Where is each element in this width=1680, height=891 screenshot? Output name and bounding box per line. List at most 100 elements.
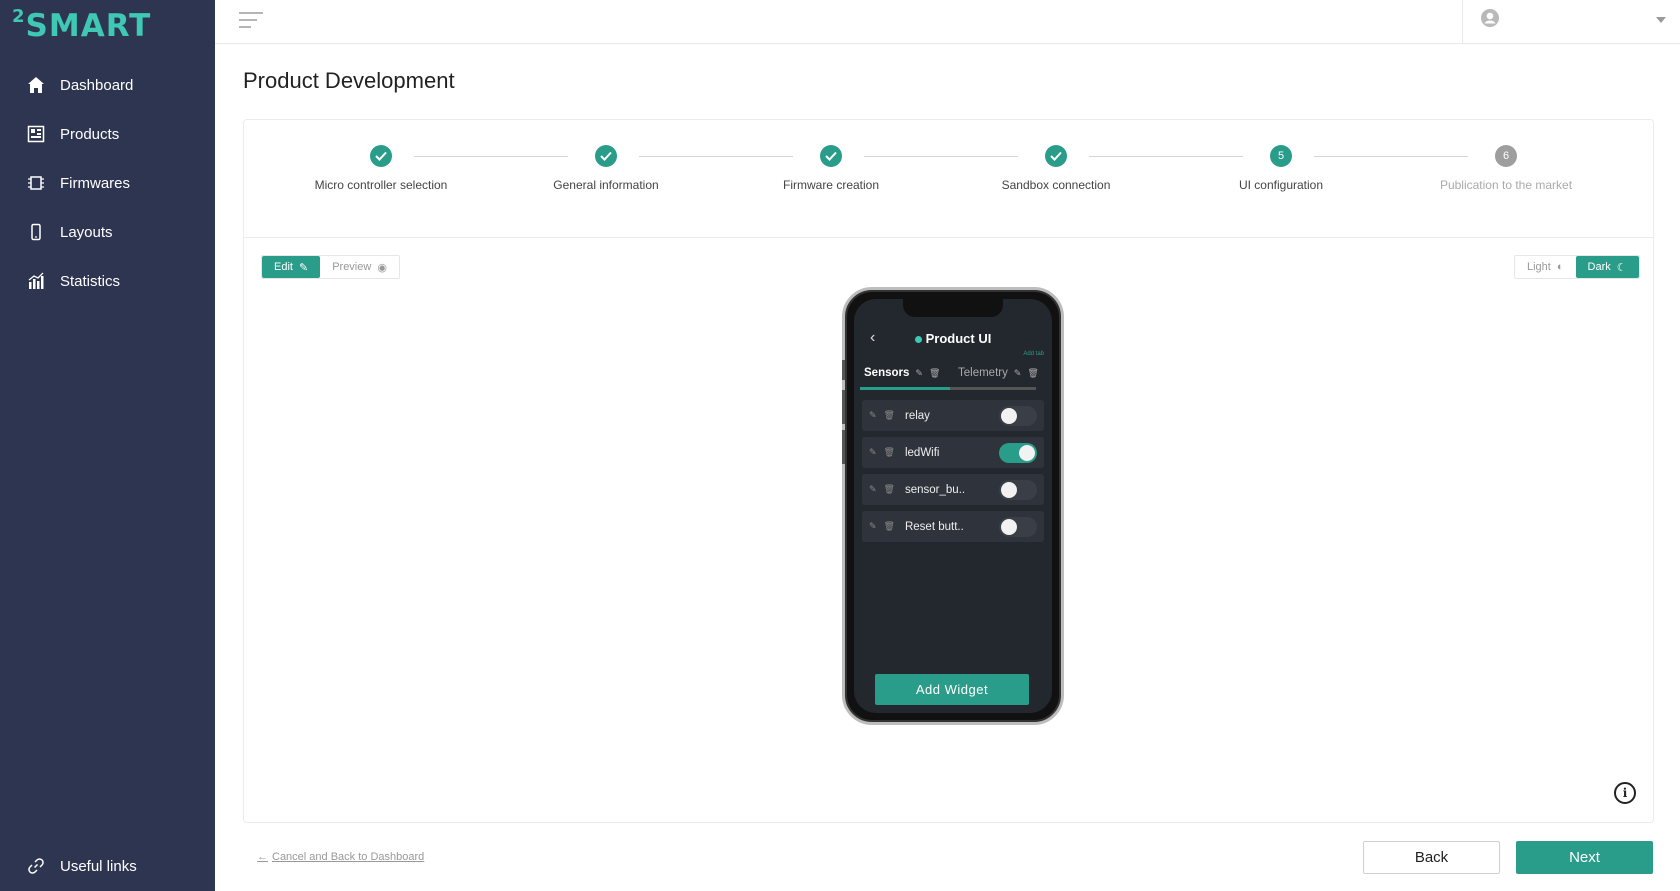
widget-row: ✎ 🗑 relay xyxy=(862,400,1044,431)
preview-label: Preview xyxy=(332,261,372,273)
step-micro-controller[interactable]: Micro controller selection xyxy=(271,145,491,192)
widget-name: Reset butt.. xyxy=(904,520,964,533)
step-publication: 6 Publication to the market xyxy=(1396,145,1616,192)
step-firmware-creation[interactable]: Firmware creation xyxy=(721,145,941,192)
user-menu[interactable] xyxy=(1462,0,1680,44)
phone-notch xyxy=(903,299,1003,317)
edit-button[interactable]: Edit ✎ xyxy=(262,256,321,278)
light-theme-button[interactable]: Light ◐ xyxy=(1515,256,1576,278)
widget-name: ledWifi xyxy=(904,446,940,459)
add-tab-link[interactable]: Add tab xyxy=(1023,351,1044,357)
next-button[interactable]: Next xyxy=(1516,841,1653,874)
trash-icon[interactable]: 🗑 xyxy=(884,484,895,495)
sidebar-item-label: Useful links xyxy=(60,857,137,875)
user-avatar-icon xyxy=(1480,8,1500,33)
step-number: 5 xyxy=(1270,145,1292,167)
widget-name: relay xyxy=(904,409,930,422)
page-title: Product Development xyxy=(243,68,455,93)
check-icon xyxy=(820,145,842,167)
phone-icon xyxy=(26,222,46,242)
sidebar-item-layouts[interactable]: Layouts xyxy=(0,212,215,252)
step-ui-configuration[interactable]: 5 UI configuration xyxy=(1171,145,1391,192)
edit-pencil-icon[interactable]: ✎ xyxy=(915,368,923,379)
edit-pencil-icon[interactable]: ✎ xyxy=(869,484,877,495)
sidebar-item-label: Layouts xyxy=(60,223,113,241)
sidebar-item-useful-links[interactable]: Useful links xyxy=(0,846,215,886)
trash-icon[interactable]: 🗑 xyxy=(1027,368,1038,379)
pencil-icon: ✎ xyxy=(298,261,309,274)
step-number: 6 xyxy=(1495,145,1517,167)
edit-label: Edit xyxy=(274,261,293,273)
edit-pencil-icon[interactable]: ✎ xyxy=(1014,368,1022,379)
widget-toggle-switch[interactable] xyxy=(999,443,1037,463)
step-label: Micro controller selection xyxy=(314,178,448,192)
sidebar-item-firmwares[interactable]: Firmwares xyxy=(0,163,215,203)
edit-preview-toggle: Edit ✎ Preview ◉ xyxy=(261,255,400,279)
dark-theme-button[interactable]: Dark ☾ xyxy=(1575,256,1639,278)
add-widget-button[interactable]: Add Widget xyxy=(875,674,1029,705)
dark-label: Dark xyxy=(1587,261,1611,273)
cancel-label: Cancel and Back to Dashboard xyxy=(272,851,425,863)
step-general-information[interactable]: General information xyxy=(496,145,716,192)
menu-toggle-icon[interactable] xyxy=(239,12,263,30)
chart-icon xyxy=(26,271,46,291)
step-label: General information xyxy=(553,178,659,192)
arrow-left-icon: ← xyxy=(257,851,268,863)
trash-icon[interactable]: 🗑 xyxy=(884,521,895,532)
sidebar-item-label: Products xyxy=(60,125,120,143)
widget-toggle-switch[interactable] xyxy=(999,480,1037,500)
trash-icon[interactable]: 🗑 xyxy=(929,368,940,379)
sidebar-item-statistics[interactable]: Statistics xyxy=(0,261,215,301)
ui-configuration-card: Micro controller selection General infor… xyxy=(243,119,1654,823)
phone-tabs: Sensors ✎ 🗑 Telemetry ✎ 🗑 xyxy=(860,367,1052,387)
top-bar xyxy=(215,0,1680,44)
widget-toggle-switch[interactable] xyxy=(999,517,1037,537)
tab-label: Sensors xyxy=(864,367,910,379)
status-dot xyxy=(914,336,922,344)
step-label: UI configuration xyxy=(1238,178,1324,192)
chip-icon xyxy=(26,173,46,193)
step-label: Firmware creation xyxy=(782,178,880,192)
check-icon xyxy=(370,145,392,167)
active-tab-indicator xyxy=(860,387,950,390)
widget-row: ✎ 🗑 sensor_bu.. xyxy=(862,474,1044,505)
step-label: Publication to the market xyxy=(1439,178,1573,192)
back-button[interactable]: Back xyxy=(1363,841,1500,874)
check-icon xyxy=(1045,145,1067,167)
sidebar: 2SMART Dashboard Products Firmwares Layo… xyxy=(0,0,215,891)
widget-row: ✎ 🗑 Reset butt.. xyxy=(862,511,1044,542)
app-logo[interactable]: 2SMART xyxy=(12,6,151,44)
widget-name: sensor_bu.. xyxy=(904,483,966,496)
tab-sensors[interactable]: Sensors ✎ 🗑 xyxy=(864,367,940,379)
tab-label: Telemetry xyxy=(958,367,1008,379)
edit-pencil-icon[interactable]: ✎ xyxy=(869,521,877,532)
moon-icon: ☾ xyxy=(1616,261,1627,274)
preview-button[interactable]: Preview ◉ xyxy=(320,256,399,278)
edit-pencil-icon[interactable]: ✎ xyxy=(869,447,877,458)
phone-preview: ‹ Product UI Add tab Sensors ✎ 🗑 Telemet… xyxy=(842,287,1064,725)
sidebar-item-label: Firmwares xyxy=(60,174,130,192)
products-icon xyxy=(26,124,46,144)
home-icon xyxy=(26,75,46,95)
phone-title: Product UI xyxy=(854,331,1052,346)
check-icon xyxy=(595,145,617,167)
trash-icon[interactable]: 🗑 xyxy=(884,447,895,458)
step-label: Sandbox connection xyxy=(1001,178,1111,192)
sidebar-item-dashboard[interactable]: Dashboard xyxy=(0,65,215,105)
widget-row: ✎ 🗑 ledWifi xyxy=(862,437,1044,468)
link-icon xyxy=(26,856,46,876)
step-sandbox-connection[interactable]: Sandbox connection xyxy=(946,145,1166,192)
sidebar-item-products[interactable]: Products xyxy=(0,114,215,154)
light-label: Light xyxy=(1527,261,1551,273)
stepper: Micro controller selection General infor… xyxy=(244,120,1653,238)
trash-icon[interactable]: 🗑 xyxy=(884,410,895,421)
cancel-and-back-link[interactable]: ← Cancel and Back to Dashboard xyxy=(257,851,424,863)
tab-telemetry[interactable]: Telemetry ✎ 🗑 xyxy=(958,367,1039,379)
theme-toggle: Light ◐ Dark ☾ xyxy=(1514,255,1640,279)
widget-toggle-switch[interactable] xyxy=(999,406,1037,426)
edit-pencil-icon[interactable]: ✎ xyxy=(869,410,877,421)
chevron-down-icon[interactable] xyxy=(1656,17,1666,23)
info-icon[interactable]: i xyxy=(1614,782,1636,804)
sun-icon: ◐ xyxy=(1556,261,1564,273)
sidebar-item-label: Dashboard xyxy=(60,76,134,94)
